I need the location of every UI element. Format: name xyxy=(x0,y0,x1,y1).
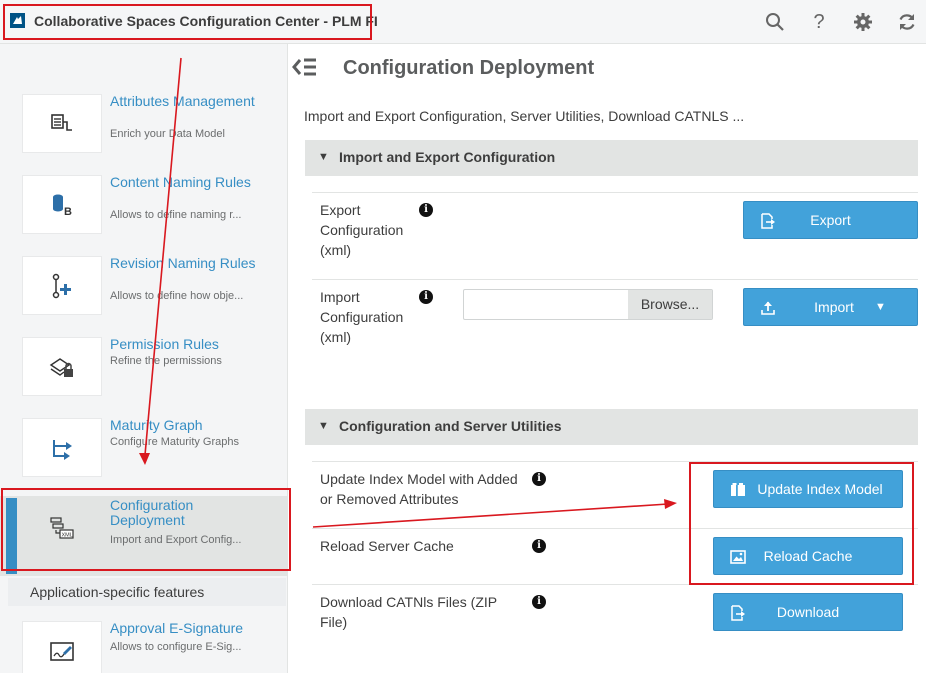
sidebar-item-desc: Configure Maturity Graphs xyxy=(110,436,239,448)
browse-button[interactable]: Browse... xyxy=(628,290,712,319)
sidebar: Attributes Management Enrich your Data M… xyxy=(0,44,288,673)
sidebar-item-content-naming-rules[interactable]: B Content Naming Rules Allows to define … xyxy=(0,173,287,253)
export-row-label: Export Configuration (xml) xyxy=(320,202,404,258)
search-icon[interactable] xyxy=(764,11,786,33)
refresh-icon[interactable] xyxy=(896,11,918,33)
sidebar-section-label: Application-specific features xyxy=(8,578,286,606)
info-icon[interactable]: i xyxy=(532,539,546,553)
section-title: Configuration and Server Utilities xyxy=(339,418,562,434)
annotation-box-title xyxy=(3,4,372,40)
collapse-triangle-icon: ▼ xyxy=(318,420,329,432)
sidebar-item-attributes-management[interactable]: Attributes Management Enrich your Data M… xyxy=(0,92,287,172)
e-signature-icon xyxy=(22,621,102,673)
export-button[interactable]: Export xyxy=(743,201,918,239)
sidebar-item-desc: Allows to define how obje... xyxy=(110,290,244,302)
collapse-triangle-icon: ▼ xyxy=(318,151,329,163)
naming-rules-icon: B xyxy=(22,175,102,234)
maturity-graph-icon xyxy=(22,418,102,477)
sidebar-item-desc: Allows to configure E-Sig... xyxy=(110,641,242,653)
sidebar-item-title: Approval E-Signature xyxy=(110,620,244,636)
export-button-label: Export xyxy=(810,212,851,228)
annotation-arrowhead-right xyxy=(664,499,677,509)
sidebar-item-title: Maturity Graph xyxy=(110,417,203,433)
sidebar-item-permission-rules[interactable]: Permission Rules Refine the permissions xyxy=(0,335,287,415)
section-header-server-utilities[interactable]: ▼ Configuration and Server Utilities xyxy=(305,409,918,445)
info-icon[interactable]: i xyxy=(532,472,546,486)
sidebar-item-title: Revision Naming Rules xyxy=(110,255,256,271)
attributes-icon xyxy=(22,94,102,153)
sidebar-item-revision-naming-rules[interactable]: Revision Naming Rules Allows to define h… xyxy=(0,254,287,334)
info-icon[interactable]: i xyxy=(532,595,546,609)
sidebar-item-title: Attributes Management xyxy=(110,93,255,109)
settings-icon[interactable] xyxy=(852,11,874,33)
download-catnls-row-label: Download CATNls Files (ZIP File) xyxy=(320,594,497,630)
section-title: Import and Export Configuration xyxy=(339,149,556,165)
row-divider xyxy=(312,192,918,193)
sidebar-item-maturity-graph[interactable]: Maturity Graph Configure Maturity Graphs xyxy=(0,416,287,496)
upload-icon xyxy=(761,301,775,315)
import-button-label: Import xyxy=(814,299,854,315)
download-button-label: Download xyxy=(776,604,840,620)
page-subtitle: Import and Export Configuration, Server … xyxy=(304,108,745,124)
dropdown-caret-icon[interactable]: ▼ xyxy=(875,301,886,313)
update-index-row-label: Update Index Model with Added or Removed… xyxy=(320,471,518,507)
info-icon[interactable]: i xyxy=(419,290,433,304)
page-title: Configuration Deployment xyxy=(343,57,595,79)
collapse-sidebar-icon[interactable] xyxy=(292,56,318,78)
sidebar-item-title: Permission Rules xyxy=(110,336,219,352)
sidebar-item-title: Content Naming Rules xyxy=(110,174,251,190)
help-icon[interactable]: ? xyxy=(808,11,830,33)
section-header-import-export[interactable]: ▼ Import and Export Configuration xyxy=(305,140,918,176)
download-button[interactable]: Download xyxy=(713,593,903,631)
sidebar-item-desc: Refine the permissions xyxy=(110,355,222,367)
info-icon[interactable]: i xyxy=(419,203,433,217)
permission-icon xyxy=(22,337,102,396)
import-button[interactable]: Import ▼ xyxy=(743,288,918,326)
row-divider xyxy=(312,279,918,280)
sidebar-item-desc: Allows to define naming r... xyxy=(110,209,242,221)
revision-naming-icon xyxy=(22,256,102,315)
sidebar-item-desc: Enrich your Data Model xyxy=(110,128,225,140)
annotation-box-sidebar-item xyxy=(1,488,291,571)
sidebar-item-approval-e-signature[interactable]: Approval E-Signature Allows to configure… xyxy=(0,619,287,673)
import-file-input[interactable]: Browse... xyxy=(463,289,713,320)
annotation-box-utilities xyxy=(689,462,914,585)
svg-text:B: B xyxy=(64,206,72,218)
reload-cache-row-label: Reload Server Cache xyxy=(320,538,454,554)
import-row-label: Import Configuration (xml) xyxy=(320,289,404,345)
